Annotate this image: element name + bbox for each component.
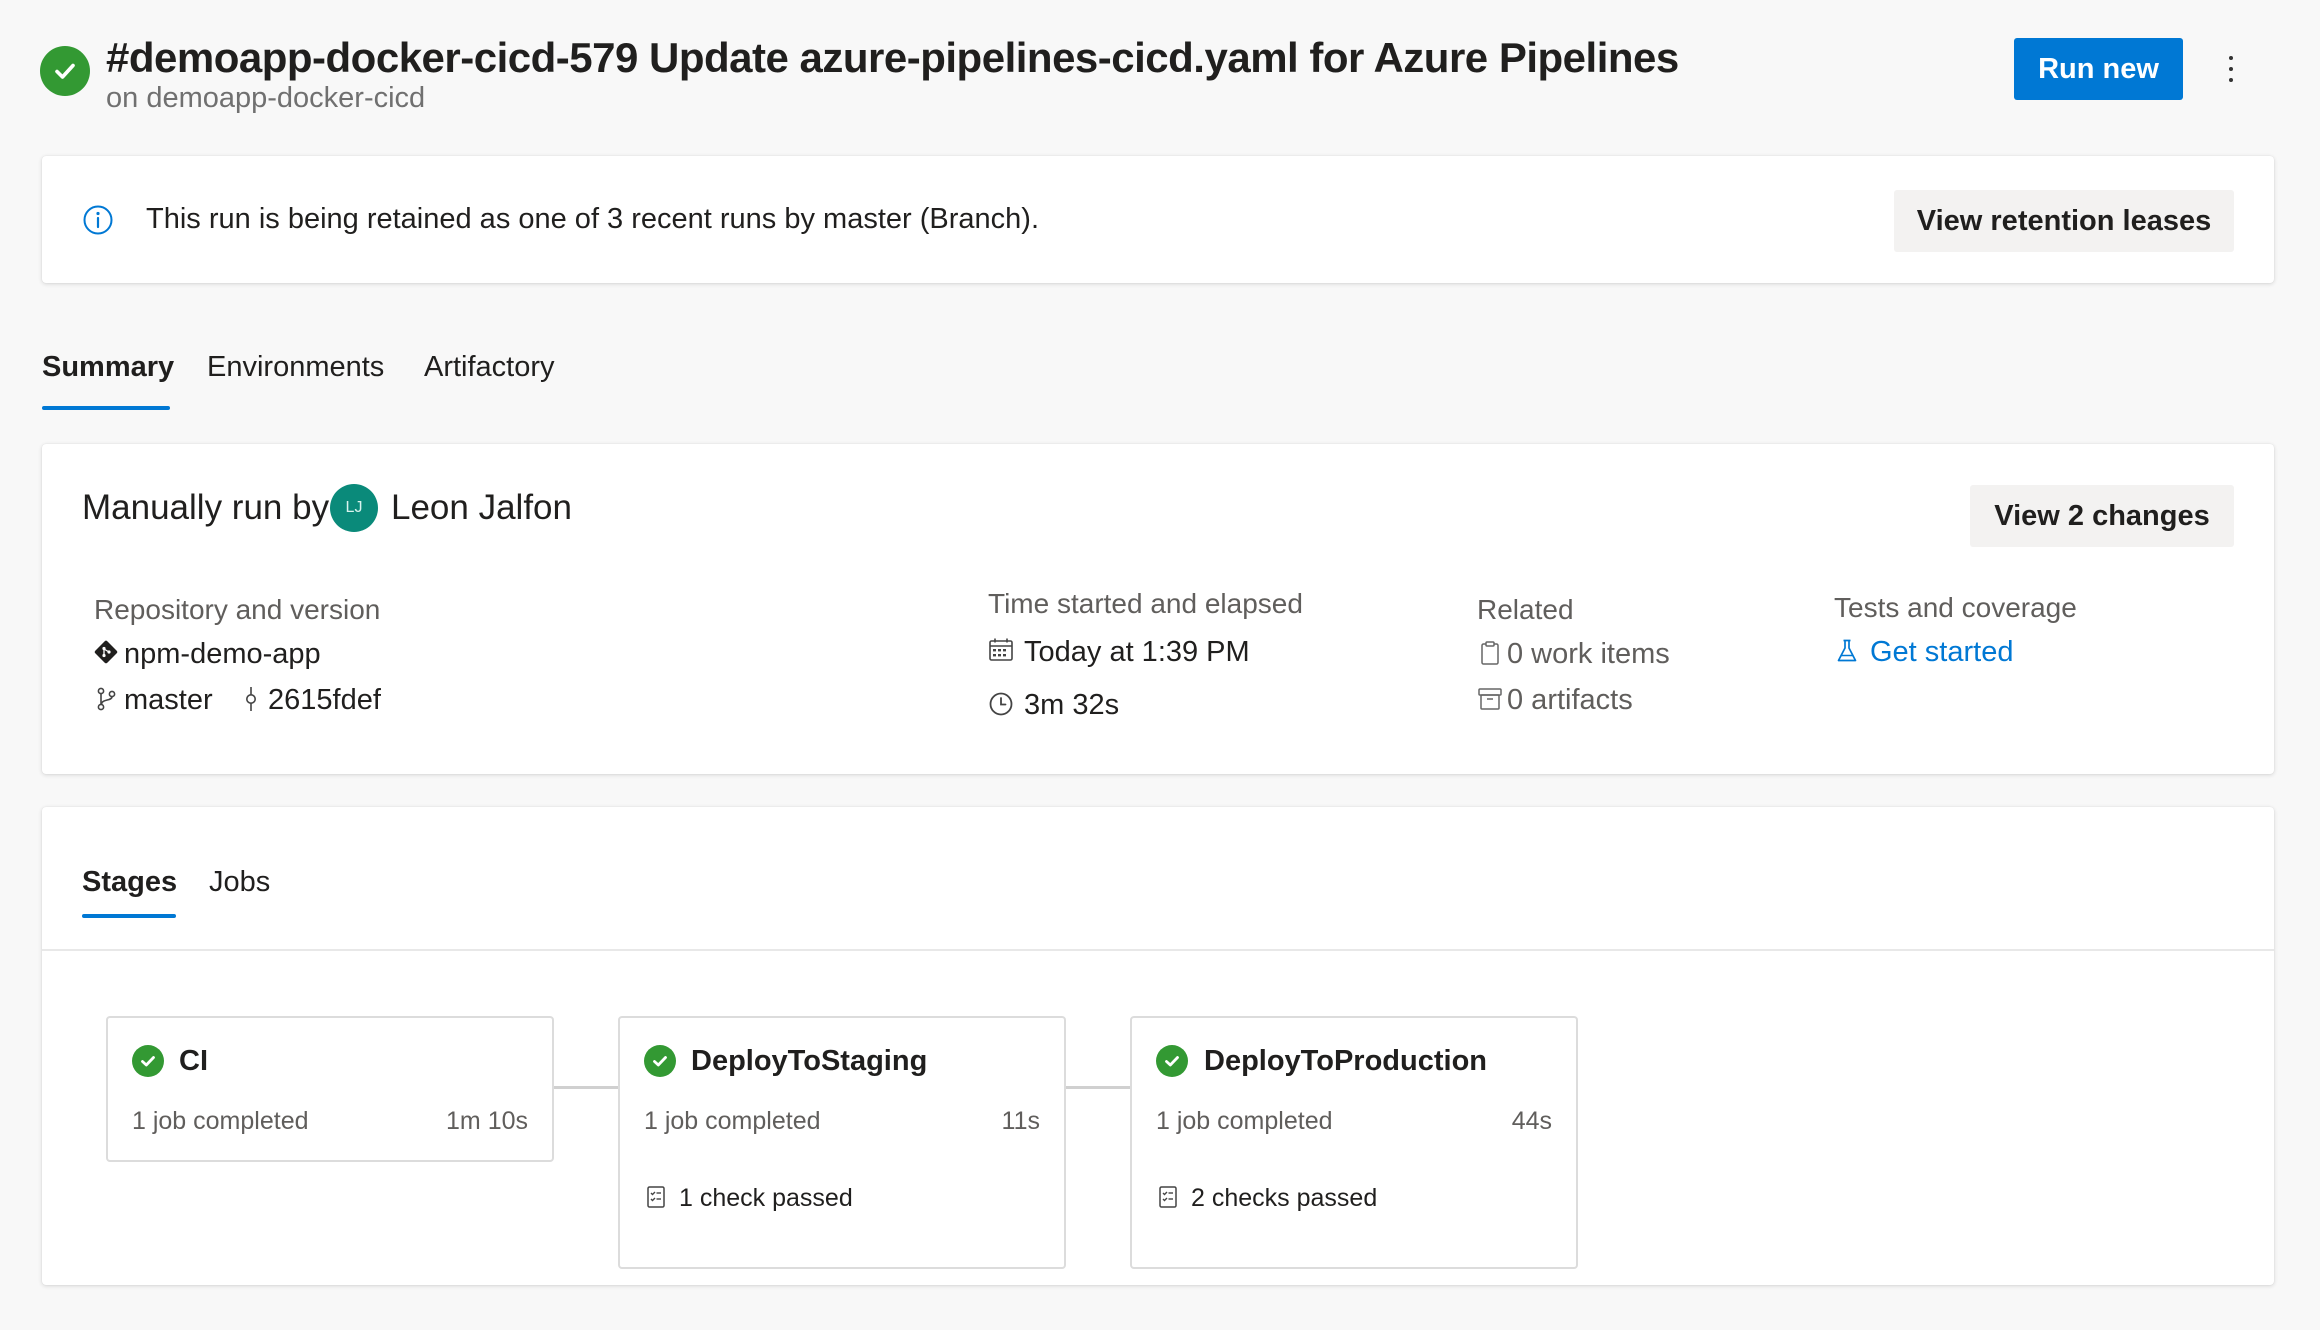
stage-jobs-status: 1 job completed [1156, 1107, 1333, 1135]
tab-stages[interactable]: Stages [82, 866, 177, 899]
stage-connector [1065, 1086, 1131, 1089]
checklist-icon [644, 1185, 668, 1209]
manually-run-by-label: Manually run by [82, 488, 330, 527]
stage-duration: 11s [1001, 1107, 1040, 1135]
tab-environments[interactable]: Environments [207, 351, 384, 384]
stage-success-icon [1156, 1045, 1188, 1077]
stage-name: DeployToProduction [1204, 1045, 1488, 1077]
stage-ci-card[interactable] [106, 1016, 554, 1162]
git-repo-icon [94, 640, 118, 664]
stage-jobs-status: 1 job completed [644, 1107, 821, 1135]
tab-artifactory[interactable]: Artifactory [424, 351, 555, 384]
time-heading: Time started and elapsed [988, 588, 1303, 619]
stage-jobs-status: 1 job completed [132, 1107, 309, 1135]
artifacts-icon [1477, 686, 1503, 712]
checklist-icon [1156, 1185, 1180, 1209]
run-user-name: Leon Jalfon [391, 488, 572, 527]
tab-stages-underline [82, 914, 176, 918]
tab-summary[interactable]: Summary [42, 351, 174, 384]
stage-duration: 1m 10s [446, 1107, 528, 1135]
branch-name[interactable]: master [124, 684, 213, 717]
repository-name[interactable]: npm-demo-app [124, 638, 321, 671]
view-retention-leases-button[interactable]: View retention leases [1894, 190, 2234, 252]
repository-heading: Repository and version [94, 594, 381, 625]
avatar: LJ [330, 484, 378, 532]
retention-message: This run is being retained as one of 3 r… [146, 203, 1039, 235]
artifacts-link[interactable]: 0 artifacts [1507, 684, 1633, 717]
stage-success-icon [132, 1045, 164, 1077]
related-heading: Related [1477, 594, 1574, 625]
stage-name: CI [179, 1045, 208, 1077]
stages-divider [42, 949, 2274, 951]
flask-icon [1834, 638, 1860, 664]
pipeline-subtitle: on demoapp-docker-cicd [106, 82, 426, 114]
page-title: #demoapp-docker-cicd-579 Update azure-pi… [106, 34, 1679, 81]
stage-connector [553, 1086, 618, 1089]
tests-heading: Tests and coverage [1834, 592, 2077, 623]
calendar-icon [988, 637, 1014, 663]
more-options-icon[interactable] [2216, 44, 2246, 94]
view-changes-button[interactable]: View 2 changes [1970, 485, 2234, 547]
tab-jobs[interactable]: Jobs [209, 866, 270, 899]
work-items-icon [1477, 640, 1503, 666]
work-items-link[interactable]: 0 work items [1507, 638, 1670, 671]
clock-icon [988, 691, 1014, 717]
branch-icon [94, 686, 120, 712]
stage-success-icon [644, 1045, 676, 1077]
stage-duration: 44s [1511, 1107, 1552, 1135]
commit-hash[interactable]: 2615fdef [268, 684, 381, 717]
stage-checks-status[interactable]: 2 checks passed [1191, 1184, 1377, 1213]
elapsed-time: 3m 32s [1024, 689, 1120, 721]
tab-summary-underline [42, 406, 170, 410]
stage-checks-status[interactable]: 1 check passed [679, 1184, 853, 1213]
tests-get-started-link[interactable]: Get started [1870, 636, 2013, 669]
run-new-button[interactable]: Run new [2014, 38, 2183, 100]
run-status-success-icon [40, 46, 90, 96]
commit-icon [238, 686, 264, 712]
start-time: Today at 1:39 PM [1024, 636, 1250, 668]
stage-name: DeployToStaging [691, 1045, 928, 1077]
info-icon [82, 204, 114, 236]
